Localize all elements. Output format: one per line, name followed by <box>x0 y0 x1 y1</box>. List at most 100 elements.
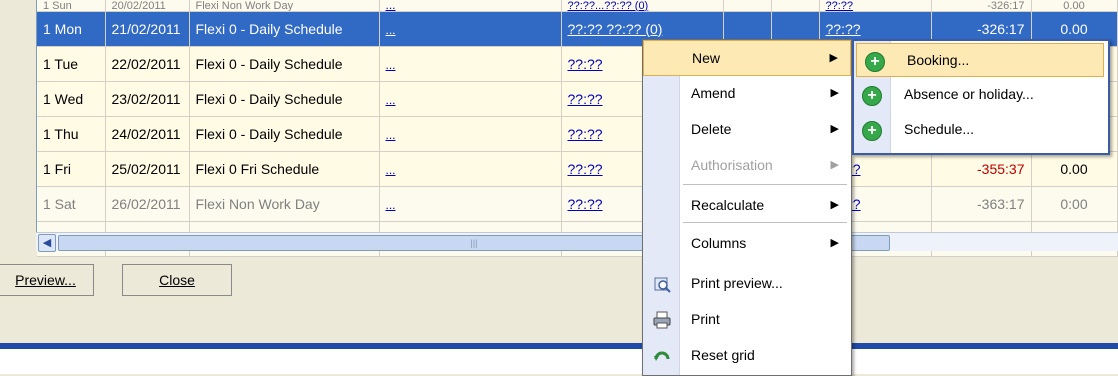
schedule-cell-text: Flexi Non Work Day <box>195 196 320 212</box>
close-button[interactable]: Close <box>122 264 232 296</box>
balance-cell-text: -326:17 <box>987 0 1025 12</box>
schedule-cell: Flexi 0 - Daily Schedule <box>189 116 380 152</box>
preview-button[interactable]: Preview... <box>0 264 94 296</box>
bottom-panel <box>0 349 1118 374</box>
preview-button-label: Preview... <box>15 272 76 288</box>
submenu-item-schedule[interactable]: + Schedule... <box>854 113 1108 147</box>
day-cell-text: 1 Sat <box>43 196 76 212</box>
date-cell: 21/02/2011 <box>105 11 190 47</box>
ellipsis-link[interactable]: ... <box>379 116 562 152</box>
submenu-item-label: Absence or holiday... <box>904 86 1034 102</box>
add-icon: + <box>862 86 882 106</box>
day-cell-text: 1 Fri <box>43 161 71 177</box>
menu-item-label: Amend <box>691 85 736 101</box>
ellipsis-link[interactable]: ... <box>379 11 562 47</box>
date-cell-text: 22/02/2011 <box>111 56 181 72</box>
date-cell: 22/02/2011 <box>105 46 190 82</box>
balance-cell: -326:17 <box>931 0 1032 12</box>
value-cell: 0.00 <box>1031 0 1118 12</box>
submenu-arrow-icon: ▶ <box>829 52 838 64</box>
menu-item-columns[interactable]: Columns ▶ <box>643 226 851 262</box>
day-cell: 1 Thu <box>37 116 106 152</box>
icon-cell <box>723 0 772 12</box>
times-cell-text: ??:?? ??:?? (0) <box>567 21 663 37</box>
table-row[interactable]: 1 Fri 25/02/2011 Flexi 0 Fri Schedule...??… <box>37 151 1118 187</box>
value-cell: 0.00 <box>1031 151 1118 187</box>
schedule-cell-text: Flexi 0 - Daily Schedule <box>195 91 343 107</box>
schedule-cell-text: Flexi 0 - Daily Schedule <box>195 56 343 72</box>
times-cell-text: ??:?? <box>567 126 603 142</box>
menu-item-delete[interactable]: Delete ▶ <box>643 112 851 148</box>
ellipsis-link[interactable]: ... <box>379 0 562 12</box>
date-cell: 26/02/2011 <box>105 186 190 222</box>
day-cell: 1 Fri <box>37 151 106 187</box>
day-cell: 1 Tue <box>37 46 106 82</box>
menu-item-new[interactable]: New ▶ <box>643 40 851 76</box>
date-cell-text: 23/02/2011 <box>111 91 181 107</box>
submenu-arrow-icon: ▶ <box>830 237 839 249</box>
submenu-item-booking[interactable]: + Booking... <box>856 43 1104 77</box>
day-cell: 1 Wed <box>37 81 106 117</box>
schedule-cell: Flexi Non Work Day <box>189 186 380 222</box>
ellipsis-link[interactable]: ... <box>379 151 562 187</box>
submenu-arrow-icon: ▶ <box>830 159 839 171</box>
times-cell-text: ??:??...??:?? (0) <box>567 0 649 12</box>
ellipsis-link[interactable]: ... <box>379 186 562 222</box>
ellipsis-link-text: ... <box>385 163 396 177</box>
table-row[interactable]: 1 Sun 20/02/2011 Flexi Non Work Day...??:?… <box>37 0 1118 12</box>
menu-item-label: Authorisation <box>691 157 773 173</box>
date-cell: 25/02/2011 <box>105 151 190 187</box>
menu-item-label: Reset grid <box>691 347 755 363</box>
context-menu: New ▶ Amend ▶ Delete ▶ Authorisation ▶ Recalcula… <box>642 39 852 376</box>
schedule-cell: Flexi 0 - Daily Schedule <box>189 81 380 117</box>
submenu-item-label: Schedule... <box>904 121 975 137</box>
schedule-cell: Flexi Non Work Day <box>189 0 380 12</box>
ellipsis-link[interactable]: ... <box>379 46 562 82</box>
menu-item-label: Recalculate <box>691 197 765 213</box>
schedule-cell: Flexi 0 Fri Schedule <box>189 151 380 187</box>
time-cell-text: ??:?? <box>825 21 861 37</box>
menu-item-print[interactable]: Print <box>643 302 851 338</box>
date-cell-text: 21/02/2011 <box>111 21 181 37</box>
day-cell-text: 1 Mon <box>43 21 82 37</box>
menu-item-recalculate[interactable]: Recalculate ▶ <box>643 188 851 224</box>
scroll-left-arrow-icon[interactable]: ◀ <box>38 234 56 252</box>
menu-separator <box>683 222 847 223</box>
table-row[interactable]: 1 Sat 26/02/2011 Flexi Non Work Day...??:?… <box>37 186 1118 222</box>
times-cell-text: ??:?? <box>567 161 603 177</box>
menu-item-authorisation: Authorisation ▶ <box>643 148 851 184</box>
value-cell-text: 0.00 <box>1063 0 1085 12</box>
menu-item-reset-grid[interactable]: Reset grid <box>643 338 851 374</box>
times-cell-text: ??:?? <box>567 91 603 107</box>
submenu-item-absence-or-holiday[interactable]: + Absence or holiday... <box>854 78 1108 112</box>
times-cell-text: ??:?? <box>567 196 603 212</box>
time-cell: ??:?? <box>819 0 932 12</box>
balance-cell: -363:17 <box>931 186 1032 222</box>
submenu-arrow-icon: ▶ <box>830 123 839 135</box>
menu-item-label: Print preview... <box>691 275 783 291</box>
print-preview-icon <box>653 275 671 293</box>
printer-icon <box>653 311 671 329</box>
submenu-arrow-icon: ▶ <box>830 87 839 99</box>
schedule-cell: Flexi 0 - Daily Schedule <box>189 11 380 47</box>
day-cell: 1 Sun <box>37 0 106 12</box>
date-cell: 24/02/2011 <box>105 116 190 152</box>
balance-cell: -355:37 <box>931 151 1032 187</box>
ellipsis-link-text: ... <box>385 23 396 37</box>
menu-item-label: Columns <box>691 235 747 251</box>
date-cell-text: 26/02/2011 <box>111 196 181 212</box>
value-cell-text: 0.00 <box>1060 161 1088 177</box>
menu-item-amend[interactable]: Amend ▶ <box>643 76 851 112</box>
day-cell-text: 1 Thu <box>43 126 79 142</box>
horizontal-scrollbar[interactable]: ◀ ||| <box>36 232 1118 252</box>
time-cell-text: ??:?? <box>825 0 854 12</box>
add-icon: + <box>865 52 885 72</box>
ellipsis-link[interactable]: ... <box>379 81 562 117</box>
blank-cell <box>771 0 820 12</box>
menu-item-label: Delete <box>691 121 732 137</box>
new-submenu: + Booking... + Absence or holiday... + Schedu… <box>852 39 1110 155</box>
menu-item-print-preview[interactable]: Print preview... <box>643 266 851 302</box>
value-cell: 0:00 <box>1031 186 1118 222</box>
schedule-cell-text: Flexi 0 Fri Schedule <box>195 161 320 177</box>
ellipsis-link-text: ... <box>385 58 396 72</box>
